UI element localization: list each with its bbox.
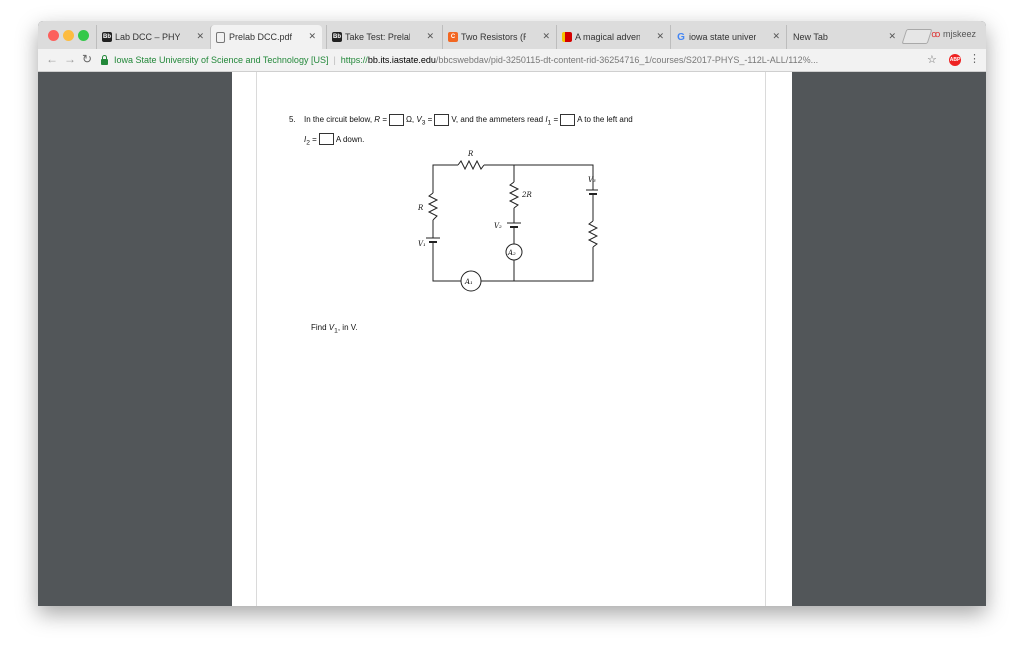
label-r-top: R (467, 150, 474, 158)
security-org-name: Iowa State University of Science and Tec… (114, 55, 329, 65)
new-tab-button[interactable] (901, 29, 933, 44)
pdf-page: 5. In the circuit below, R = Ω, V3 = V, an… (232, 72, 792, 606)
pdf-viewer: 5. In the circuit below, R = Ω, V3 = V, an… (38, 72, 986, 606)
chegg-icon: C (448, 32, 458, 42)
find-prompt: Find V1, in V. (311, 323, 358, 335)
wire-top-left (432, 164, 458, 193)
question-intro: In the circuit below, (304, 115, 375, 124)
browser-window: Bb Lab DCC – PHYS 1 ✕ Prelab DCC.pdf ✕ B… (38, 21, 986, 606)
question-number: 5. (289, 115, 296, 124)
lock-icon (101, 54, 108, 65)
bookmark-star-icon[interactable]: ☆ (927, 53, 937, 66)
close-tab-icon[interactable]: ✕ (542, 31, 550, 42)
question-text: 5. In the circuit below, R = Ω, V3 = V, an… (289, 112, 738, 151)
tab-prelab-pdf[interactable]: Prelab DCC.pdf ✕ (210, 25, 322, 49)
label-2r-middle: 2R (521, 191, 532, 199)
resistor-top (457, 159, 485, 171)
answer-box-r[interactable] (388, 113, 404, 126)
minimize-window-button[interactable] (63, 30, 74, 41)
reload-icon[interactable]: ↻ (82, 52, 92, 66)
tab-two-resistors[interactable]: C Two Resistors (R1 – ✕ (442, 25, 556, 49)
find-unit-text: , in V. (337, 323, 358, 332)
ammeter-text: V, and the ammeters read (451, 115, 546, 124)
profile-button[interactable]: ꝏ mjskeez (931, 29, 976, 40)
tab-strip: Bb Lab DCC – PHYS 1 ✕ Prelab DCC.pdf ✕ B… (38, 21, 986, 49)
address-separator: | (333, 55, 336, 65)
close-tab-icon[interactable]: ✕ (308, 31, 316, 42)
resistor-middle (508, 181, 520, 209)
tab-title: Take Test: Prelab D (345, 32, 410, 42)
find-text: Find (311, 323, 329, 332)
forward-arrow-icon[interactable]: → (64, 52, 76, 66)
ohm-text: Ω, (405, 115, 417, 124)
profile-name: mjskeez (942, 29, 976, 39)
wire-top-right (484, 164, 594, 190)
label-v2: V₂ (494, 222, 502, 230)
wire-bottom-left (432, 242, 461, 282)
flag-icon (562, 32, 572, 42)
down-text: A down. (335, 134, 365, 144)
resistor-left (427, 192, 439, 221)
wire-bottom-right (481, 247, 594, 282)
tab-iowa-search[interactable]: G iowa state universit ✕ (670, 25, 786, 49)
back-arrow-icon[interactable]: ← (46, 52, 58, 66)
close-tab-icon[interactable]: ✕ (888, 31, 896, 42)
tab-title: iowa state universit (689, 32, 756, 42)
label-a1: A₁ (464, 278, 473, 286)
close-tab-icon[interactable]: ✕ (772, 31, 780, 42)
zoom-window-button[interactable] (78, 30, 89, 41)
blackboard-icon: Bb (102, 32, 112, 42)
tab-take-test[interactable]: Bb Take Test: Prelab D ✕ (326, 25, 440, 49)
url-host: bb.its.iastate.edu (367, 55, 436, 65)
adblock-icon[interactable]: ABP (949, 54, 961, 66)
tab-title: Two Resistors (R1 – (461, 32, 526, 42)
i2-equals: = (309, 134, 317, 144)
toolbar: ← → ↻ Iowa State University of Science a… (38, 49, 986, 72)
answer-box-i2[interactable] (318, 133, 334, 146)
profile-icon: ꝏ (931, 29, 941, 39)
tab-title: New Tab (793, 32, 828, 42)
close-tab-icon[interactable]: ✕ (426, 31, 434, 42)
answer-box-i1[interactable] (560, 113, 576, 126)
tab-title: Lab DCC – PHYS 1 (115, 32, 180, 42)
tab-lab-dcc[interactable]: Bb Lab DCC – PHYS 1 ✕ (96, 25, 210, 49)
address-bar[interactable]: Iowa State University of Science and Tec… (101, 51, 928, 69)
answer-box-v3[interactable] (434, 113, 450, 126)
left-text: A to the left and (577, 115, 633, 124)
tab-title: A magical adventur (575, 32, 640, 42)
url-scheme: https:// (340, 55, 368, 65)
label-v3: V₃ (588, 176, 596, 184)
blackboard-icon: Bb (332, 32, 342, 42)
label-a2: A₂ (507, 249, 516, 257)
label-r-left: R (418, 204, 424, 212)
close-tab-icon[interactable]: ✕ (196, 31, 204, 42)
r-label: R = (374, 115, 387, 124)
menu-icon[interactable]: ⋮ (969, 52, 980, 65)
circuit-diagram: R R 2R 2R V₁ V₂ V₃ A₁ A₂ (418, 150, 598, 292)
document-icon (216, 32, 225, 43)
resistor-right (587, 220, 598, 248)
url-path: /bbcswebdav/pid-3250115-dt-content-rid-3… (435, 55, 819, 65)
label-v1: V₁ (418, 240, 426, 248)
tab-new-tab[interactable]: New Tab ✕ (786, 25, 902, 49)
tab-title: Prelab DCC.pdf (229, 32, 292, 42)
close-window-button[interactable] (48, 30, 59, 41)
tab-magical-adventure[interactable]: A magical adventur ✕ (556, 25, 670, 49)
v3-equals: = (425, 115, 433, 124)
close-tab-icon[interactable]: ✕ (656, 31, 664, 42)
google-icon: G (677, 31, 685, 43)
i1-equals: = (551, 115, 559, 124)
